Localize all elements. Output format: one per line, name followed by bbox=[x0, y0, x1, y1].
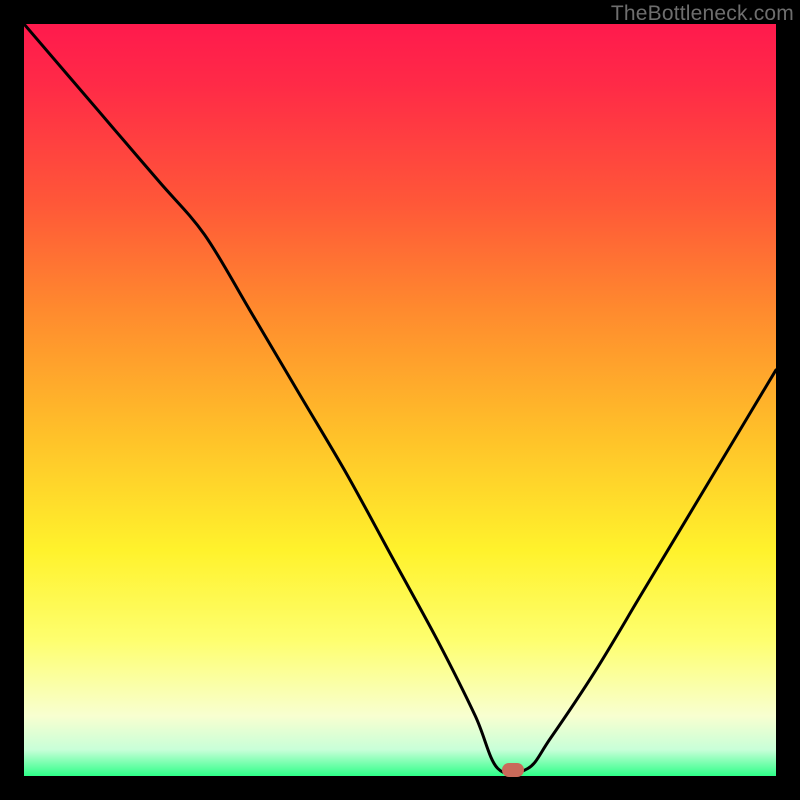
bottleneck-curve bbox=[24, 24, 776, 774]
optimal-point-marker bbox=[502, 763, 524, 777]
watermark-text: TheBottleneck.com bbox=[611, 2, 794, 26]
plot-area bbox=[24, 24, 776, 776]
curve-layer bbox=[24, 24, 776, 776]
